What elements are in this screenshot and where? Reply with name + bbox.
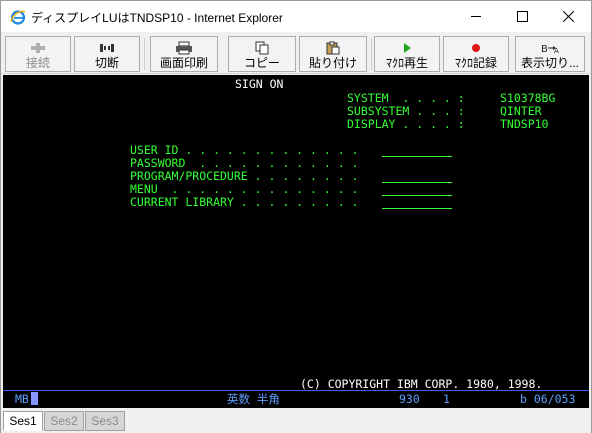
program-procedure-input[interactable] <box>382 182 452 183</box>
close-button[interactable] <box>545 1 591 32</box>
disconnect-button[interactable]: 切断 <box>74 36 140 72</box>
print-screen-button[interactable]: 画面印刷 <box>150 36 218 72</box>
macro-play-button[interactable]: ﾏｸﾛ再生 <box>374 36 440 72</box>
paste-icon <box>324 40 342 55</box>
copy-label: コピー <box>243 56 280 70</box>
title-bar: ディスプレイLUはTNDSP10 - Internet Explorer <box>1 1 591 32</box>
toolbar-separator <box>144 38 145 70</box>
status-mode: MB <box>15 392 29 406</box>
status-number: 1 <box>443 392 450 406</box>
tab-ses1[interactable]: Ses1 <box>3 411 43 431</box>
copy-icon <box>253 40 271 55</box>
svg-text:A: A <box>554 47 559 55</box>
copy-button[interactable]: コピー <box>228 36 296 72</box>
display-value: TNDSP10 <box>500 117 549 131</box>
record-icon <box>467 40 485 55</box>
close-icon <box>562 11 574 22</box>
connect-icon <box>29 40 47 55</box>
paste-label: 貼り付け <box>308 56 357 70</box>
macro-record-label: ﾏｸﾛ記録 <box>454 56 497 70</box>
display-label: DISPLAY . . . . : <box>347 117 465 131</box>
connect-label: 接続 <box>25 56 50 70</box>
printer-icon <box>175 40 193 55</box>
screen-heading: SIGN ON <box>235 77 284 91</box>
terminal-screen[interactable]: SIGN ON SYSTEM . . . . : SUBSYSTEM . . .… <box>3 75 589 391</box>
display-toggle-icon: BA <box>540 40 560 55</box>
disconnect-label: 切断 <box>94 56 119 70</box>
user-id-input[interactable] <box>382 156 452 157</box>
minimize-button[interactable] <box>453 1 499 32</box>
maximize-button[interactable] <box>499 1 545 32</box>
internet-explorer-icon <box>10 10 26 25</box>
toolbar-separator <box>371 38 372 70</box>
disconnect-icon <box>98 40 116 55</box>
display-toggle-button[interactable]: BA 表示切り... <box>515 36 585 72</box>
connect-button[interactable]: 接続 <box>5 36 71 72</box>
minimize-icon <box>470 16 481 17</box>
tab-ses3[interactable]: Ses3 <box>85 411 125 431</box>
cursor <box>31 392 38 405</box>
maximize-icon <box>516 11 528 22</box>
display-toggle-label: 表示切り... <box>520 56 579 70</box>
current-library-label: CURRENT LIBRARY . . . . . . . . . <box>130 195 359 209</box>
current-library-input[interactable] <box>382 208 452 209</box>
play-icon <box>398 40 416 55</box>
toolbar: 接続 切断 画面印刷 コピー 貼り付け ﾏｸﾛ再生 ﾏｸﾛ記録 B A 表示切り… <box>1 32 591 74</box>
macro-record-button[interactable]: ﾏｸﾛ記録 <box>443 36 509 72</box>
print-screen-label: 画面印刷 <box>159 56 208 70</box>
macro-play-label: ﾏｸﾛ再生 <box>385 56 428 70</box>
paste-button[interactable]: 貼り付け <box>299 36 367 72</box>
status-line: MB 英数 半角 930 1 b 06/053 <box>3 390 589 408</box>
svg-text:B: B <box>541 44 548 55</box>
status-code: 930 <box>399 392 420 406</box>
tab-ses2[interactable]: Ses2 <box>44 411 84 431</box>
window-title: ディスプレイLUはTNDSP10 - Internet Explorer <box>31 11 283 25</box>
status-input-mode: 英数 半角 <box>227 392 280 406</box>
status-cursor-position: b 06/053 <box>520 392 576 406</box>
session-tabs: Ses1 Ses2 Ses3 <box>1 409 591 433</box>
browser-window: ディスプレイLUはTNDSP10 - Internet Explorer 接続 … <box>0 0 592 433</box>
menu-input[interactable] <box>382 195 452 196</box>
